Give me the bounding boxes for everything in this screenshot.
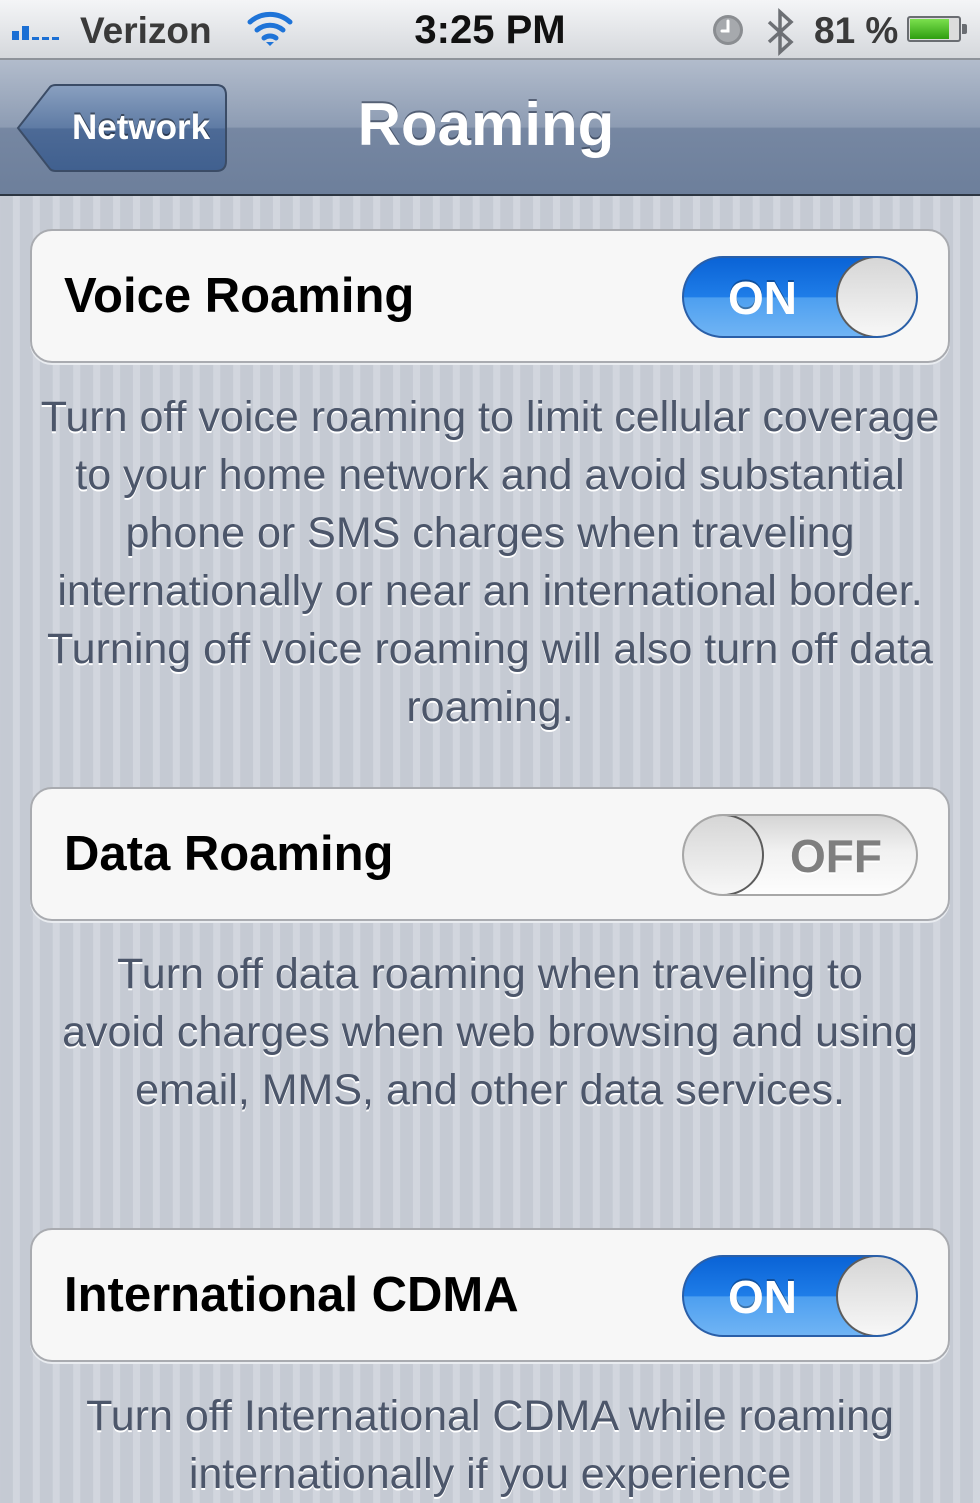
international-cdma-cell: International CDMA ON bbox=[30, 1228, 950, 1362]
battery-level-fill bbox=[910, 19, 949, 39]
voice-roaming-cell: Voice Roaming ON bbox=[30, 229, 950, 363]
toggle-knob[interactable] bbox=[836, 258, 916, 336]
page-title: Roaming bbox=[357, 91, 615, 158]
voice-roaming-label: Voice Roaming bbox=[64, 269, 415, 323]
toggle-state-label: ON bbox=[728, 272, 797, 324]
data-roaming-description: Turn off data roaming when traveling to … bbox=[62, 950, 918, 1114]
international-cdma-label: International CDMA bbox=[64, 1268, 519, 1322]
toggle-state-label: ON bbox=[728, 1271, 797, 1323]
toggle-knob[interactable] bbox=[836, 1257, 916, 1335]
bluetooth-icon bbox=[763, 8, 797, 61]
data-roaming-toggle[interactable]: OFF bbox=[682, 814, 918, 896]
data-roaming-cell: Data Roaming OFF bbox=[30, 787, 950, 921]
status-bar: Verizon 3:25 PM 81 % bbox=[0, 0, 980, 60]
data-roaming-label: Data Roaming bbox=[64, 827, 394, 881]
battery-icon bbox=[907, 16, 967, 42]
toggle-state-label: OFF bbox=[790, 830, 882, 882]
toggle-knob[interactable] bbox=[684, 816, 764, 894]
voice-roaming-toggle[interactable]: ON bbox=[682, 256, 918, 338]
navigation-bar: Network Roaming bbox=[0, 60, 980, 196]
alarm-clock-icon bbox=[712, 14, 744, 51]
battery-percentage: 81 % bbox=[814, 10, 899, 51]
international-cdma-toggle[interactable]: ON bbox=[682, 1255, 918, 1337]
voice-roaming-description: Turn off voice roaming to limit cellular… bbox=[40, 393, 940, 731]
international-cdma-description: Turn off International CDMA while roamin… bbox=[86, 1392, 894, 1498]
